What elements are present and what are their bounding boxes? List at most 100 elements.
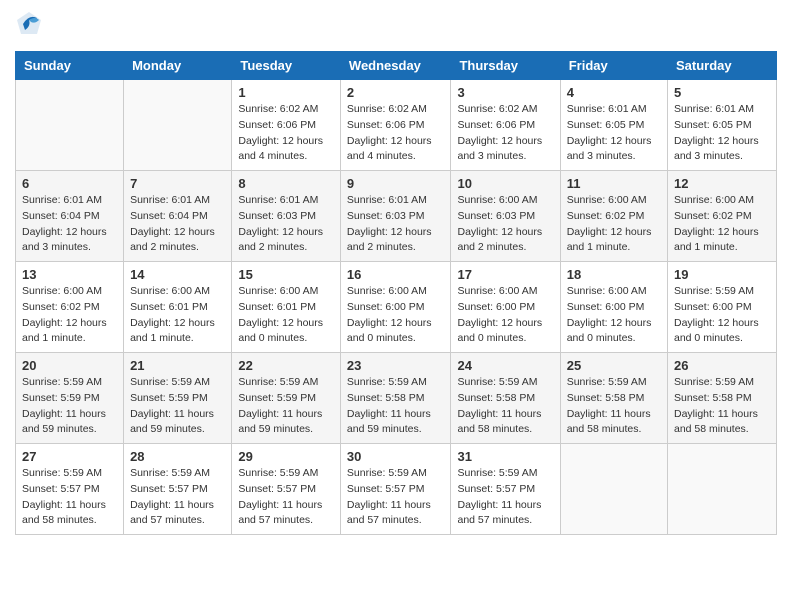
day-info: Sunrise: 5:59 AM Sunset: 5:58 PM Dayligh… [347,375,445,438]
day-info: Sunrise: 5:59 AM Sunset: 5:57 PM Dayligh… [457,466,553,529]
day-number: 17 [457,267,553,282]
day-number: 26 [674,358,770,373]
calendar-header-tuesday: Tuesday [232,52,341,80]
day-info: Sunrise: 6:01 AM Sunset: 6:04 PM Dayligh… [22,193,117,256]
calendar-cell: 7 Sunrise: 6:01 AM Sunset: 6:04 PM Daylig… [124,171,232,262]
calendar-cell: 14 Sunrise: 6:00 AM Sunset: 6:01 PM Dayli… [124,262,232,353]
calendar-cell: 19 Sunrise: 5:59 AM Sunset: 6:00 PM Dayli… [668,262,777,353]
day-info: Sunrise: 6:02 AM Sunset: 6:06 PM Dayligh… [347,102,445,165]
day-number: 12 [674,176,770,191]
calendar-cell: 27 Sunrise: 5:59 AM Sunset: 5:57 PM Dayli… [16,444,124,535]
calendar-cell: 10Sunrise: 6:00 AM Sunset: 6:03 PM Dayli… [451,171,560,262]
calendar-cell: 22Sunrise: 5:59 AM Sunset: 5:59 PM Dayli… [232,353,341,444]
day-number: 3 [457,85,553,100]
calendar-cell [124,80,232,171]
day-number: 13 [22,267,117,282]
calendar-header-monday: Monday [124,52,232,80]
day-number: 21 [130,358,225,373]
calendar-cell: 8 Sunrise: 6:01 AM Sunset: 6:03 PM Daylig… [232,171,341,262]
calendar-cell [16,80,124,171]
calendar-week-3: 13 Sunrise: 6:00 AM Sunset: 6:02 PM Dayli… [16,262,777,353]
calendar-cell: 11 Sunrise: 6:00 AM Sunset: 6:02 PM Dayli… [560,171,667,262]
day-info: Sunrise: 6:01 AM Sunset: 6:05 PM Dayligh… [567,102,661,165]
calendar-cell: 29 Sunrise: 5:59 AM Sunset: 5:57 PM Dayli… [232,444,341,535]
calendar-cell: 15Sunrise: 6:00 AM Sunset: 6:01 PM Dayli… [232,262,341,353]
day-number: 10 [457,176,553,191]
day-info: Sunrise: 6:01 AM Sunset: 6:04 PM Dayligh… [130,193,225,256]
calendar-cell: 4 Sunrise: 6:01 AM Sunset: 6:05 PM Daylig… [560,80,667,171]
calendar-cell: 23 Sunrise: 5:59 AM Sunset: 5:58 PM Dayli… [340,353,451,444]
logo [15,10,47,43]
day-info: Sunrise: 6:00 AM Sunset: 6:00 PM Dayligh… [457,284,553,347]
day-number: 9 [347,176,445,191]
day-number: 24 [457,358,553,373]
day-info: Sunrise: 6:02 AM Sunset: 6:06 PM Dayligh… [457,102,553,165]
day-number: 20 [22,358,117,373]
calendar-cell: 24 Sunrise: 5:59 AM Sunset: 5:58 PM Dayli… [451,353,560,444]
calendar-cell: 13 Sunrise: 6:00 AM Sunset: 6:02 PM Dayli… [16,262,124,353]
day-info: Sunrise: 5:59 AM Sunset: 5:57 PM Dayligh… [22,466,117,529]
day-number: 18 [567,267,661,282]
day-number: 22 [238,358,334,373]
calendar-header-sunday: Sunday [16,52,124,80]
calendar-cell [668,444,777,535]
calendar-header-saturday: Saturday [668,52,777,80]
calendar-cell: 31Sunrise: 5:59 AM Sunset: 5:57 PM Dayli… [451,444,560,535]
calendar-cell: 2Sunrise: 6:02 AM Sunset: 6:06 PM Daylig… [340,80,451,171]
calendar-cell: 30 Sunrise: 5:59 AM Sunset: 5:57 PM Dayli… [340,444,451,535]
calendar-week-1: 1Sunrise: 6:02 AM Sunset: 6:06 PM Daylig… [16,80,777,171]
day-info: Sunrise: 5:59 AM Sunset: 5:58 PM Dayligh… [457,375,553,438]
calendar-cell: 5 Sunrise: 6:01 AM Sunset: 6:05 PM Daylig… [668,80,777,171]
calendar-header-row: SundayMondayTuesdayWednesdayThursdayFrid… [16,52,777,80]
day-number: 27 [22,449,117,464]
calendar-cell: 25 Sunrise: 5:59 AM Sunset: 5:58 PM Dayli… [560,353,667,444]
calendar-table: SundayMondayTuesdayWednesdayThursdayFrid… [15,51,777,535]
calendar-cell: 12Sunrise: 6:00 AM Sunset: 6:02 PM Dayli… [668,171,777,262]
calendar-header-thursday: Thursday [451,52,560,80]
day-number: 28 [130,449,225,464]
day-info: Sunrise: 6:00 AM Sunset: 6:00 PM Dayligh… [347,284,445,347]
calendar-cell: 17 Sunrise: 6:00 AM Sunset: 6:00 PM Dayli… [451,262,560,353]
day-info: Sunrise: 5:59 AM Sunset: 6:00 PM Dayligh… [674,284,770,347]
calendar-body: 1Sunrise: 6:02 AM Sunset: 6:06 PM Daylig… [16,80,777,535]
day-info: Sunrise: 6:02 AM Sunset: 6:06 PM Dayligh… [238,102,334,165]
calendar-cell: 18 Sunrise: 6:00 AM Sunset: 6:00 PM Dayli… [560,262,667,353]
day-number: 4 [567,85,661,100]
day-number: 29 [238,449,334,464]
day-info: Sunrise: 6:01 AM Sunset: 6:05 PM Dayligh… [674,102,770,165]
day-number: 19 [674,267,770,282]
day-info: Sunrise: 5:59 AM Sunset: 5:57 PM Dayligh… [238,466,334,529]
day-info: Sunrise: 5:59 AM Sunset: 5:57 PM Dayligh… [347,466,445,529]
day-number: 6 [22,176,117,191]
calendar-week-5: 27 Sunrise: 5:59 AM Sunset: 5:57 PM Dayli… [16,444,777,535]
day-number: 14 [130,267,225,282]
calendar-cell: 6 Sunrise: 6:01 AM Sunset: 6:04 PM Daylig… [16,171,124,262]
calendar-cell: 1Sunrise: 6:02 AM Sunset: 6:06 PM Daylig… [232,80,341,171]
day-info: Sunrise: 6:00 AM Sunset: 6:01 PM Dayligh… [130,284,225,347]
page-header [15,10,777,43]
day-info: Sunrise: 6:00 AM Sunset: 6:02 PM Dayligh… [567,193,661,256]
day-number: 5 [674,85,770,100]
calendar-week-4: 20Sunrise: 5:59 AM Sunset: 5:59 PM Dayli… [16,353,777,444]
day-info: Sunrise: 6:00 AM Sunset: 6:00 PM Dayligh… [567,284,661,347]
day-number: 23 [347,358,445,373]
day-number: 16 [347,267,445,282]
day-info: Sunrise: 5:59 AM Sunset: 5:58 PM Dayligh… [567,375,661,438]
calendar-cell: 21Sunrise: 5:59 AM Sunset: 5:59 PM Dayli… [124,353,232,444]
calendar-cell: 28 Sunrise: 5:59 AM Sunset: 5:57 PM Dayli… [124,444,232,535]
calendar-cell: 3 Sunrise: 6:02 AM Sunset: 6:06 PM Daylig… [451,80,560,171]
day-number: 30 [347,449,445,464]
calendar-header-wednesday: Wednesday [340,52,451,80]
day-info: Sunrise: 5:59 AM Sunset: 5:57 PM Dayligh… [130,466,225,529]
calendar-header-friday: Friday [560,52,667,80]
day-info: Sunrise: 6:01 AM Sunset: 6:03 PM Dayligh… [238,193,334,256]
day-number: 25 [567,358,661,373]
day-info: Sunrise: 6:00 AM Sunset: 6:02 PM Dayligh… [22,284,117,347]
calendar-week-2: 6 Sunrise: 6:01 AM Sunset: 6:04 PM Daylig… [16,171,777,262]
day-number: 7 [130,176,225,191]
day-number: 11 [567,176,661,191]
calendar-cell: 26Sunrise: 5:59 AM Sunset: 5:58 PM Dayli… [668,353,777,444]
day-info: Sunrise: 6:01 AM Sunset: 6:03 PM Dayligh… [347,193,445,256]
day-number: 8 [238,176,334,191]
calendar-cell: 20Sunrise: 5:59 AM Sunset: 5:59 PM Dayli… [16,353,124,444]
